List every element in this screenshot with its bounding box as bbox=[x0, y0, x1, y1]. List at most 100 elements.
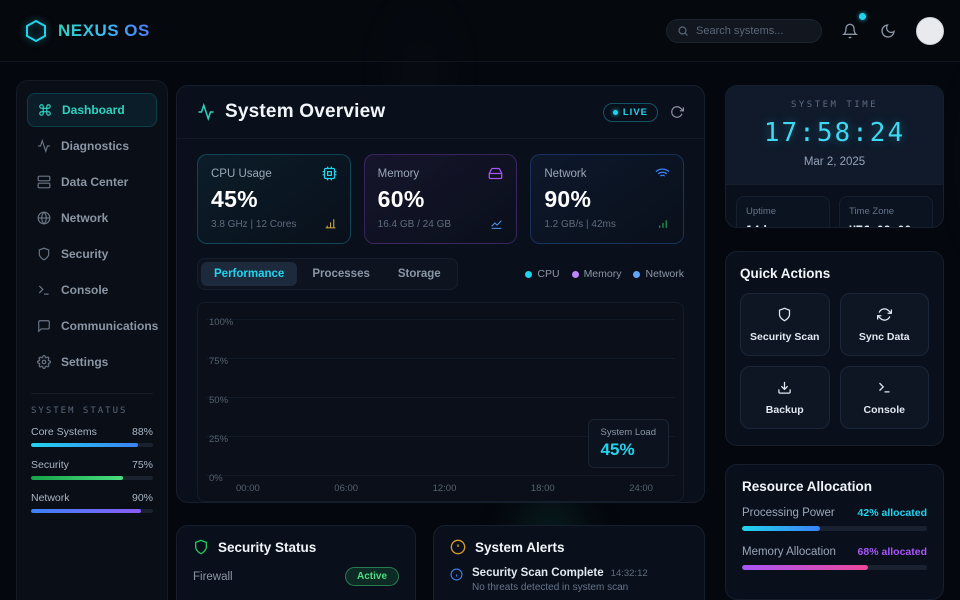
status-label: Network bbox=[31, 492, 70, 504]
sync-icon bbox=[877, 307, 892, 322]
resource-value: 42% allocated bbox=[858, 507, 927, 519]
uptime-value: 14d 06:42:18 bbox=[746, 222, 820, 228]
alert-title: Security Scan Complete bbox=[472, 567, 604, 579]
system-overview-panel: System Overview LIVE CPU Usage bbox=[176, 85, 705, 503]
legend-item-memory: Memory bbox=[572, 268, 622, 280]
stat-value: 60% bbox=[378, 186, 504, 213]
live-badge: LIVE bbox=[603, 103, 658, 122]
resource-allocation-title: Resource Allocation bbox=[742, 479, 927, 494]
alert-detail: No threats detected in system scan bbox=[472, 582, 648, 593]
firewall-label: Firewall bbox=[193, 571, 233, 583]
chart-legend: CPU Memory Network bbox=[525, 268, 684, 280]
gridline bbox=[206, 475, 675, 476]
sidebar-item-label: Security bbox=[61, 247, 108, 261]
gridline bbox=[206, 397, 675, 398]
search-input[interactable] bbox=[696, 25, 811, 37]
sidebar-item-diagnostics[interactable]: Diagnostics bbox=[27, 129, 157, 163]
legend-item-cpu: CPU bbox=[525, 268, 559, 280]
system-load-box: System Load 45% bbox=[588, 419, 669, 468]
tab-processes[interactable]: Processes bbox=[299, 262, 383, 286]
security-scan-button[interactable]: Security Scan bbox=[740, 293, 830, 356]
legend-dot-icon bbox=[572, 271, 579, 278]
sidebar-item-label: Diagnostics bbox=[61, 139, 129, 153]
x-axis-tick: 06:00 bbox=[334, 483, 358, 494]
status-label: Security bbox=[31, 459, 69, 471]
sidebar-item-data-center[interactable]: Data Center bbox=[27, 165, 157, 199]
info-icon bbox=[450, 568, 463, 581]
performance-chart[interactable]: 100% 75% 50% 25% 0% 00:00 06:00 12:00 18… bbox=[197, 302, 684, 502]
sidebar-item-security[interactable]: Security bbox=[27, 237, 157, 271]
top-bar: NEXUS OS bbox=[0, 0, 960, 62]
progress-track bbox=[31, 476, 153, 480]
stat-card-memory[interactable]: Memory 60% 16.4 GB / 24 GB bbox=[364, 154, 518, 244]
uptime-card: Uptime 14d 06:42:18 bbox=[736, 196, 830, 228]
chart-tabs: Performance Processes Storage bbox=[197, 258, 458, 290]
sidebar-item-dashboard[interactable]: Dashboard bbox=[27, 93, 157, 127]
progress-fill bbox=[31, 509, 141, 513]
progress-fill bbox=[31, 443, 138, 447]
sidebar-item-communications[interactable]: Communications bbox=[27, 309, 157, 343]
timezone-card: Time Zone UTC-08:00 bbox=[839, 196, 933, 228]
shield-icon bbox=[777, 307, 792, 322]
resource-value: 68% allocated bbox=[858, 546, 927, 558]
brand[interactable]: NEXUS OS bbox=[24, 19, 150, 43]
sidebar-item-console[interactable]: Console bbox=[27, 273, 157, 307]
resource-label: Processing Power bbox=[742, 507, 835, 519]
system-time-label: SYSTEM TIME bbox=[736, 100, 933, 110]
x-axis-tick: 00:00 bbox=[236, 483, 260, 494]
sidebar-item-label: Network bbox=[61, 211, 108, 225]
status-value: 75% bbox=[132, 459, 153, 471]
terminal-icon bbox=[877, 380, 892, 395]
command-icon bbox=[38, 103, 52, 117]
progress-fill bbox=[31, 476, 123, 480]
tab-storage[interactable]: Storage bbox=[385, 262, 454, 286]
gear-icon bbox=[37, 355, 51, 369]
stat-label: Memory bbox=[378, 168, 420, 180]
sync-data-button[interactable]: Sync Data bbox=[840, 293, 930, 356]
theme-toggle-button[interactable] bbox=[878, 21, 898, 41]
progress-track bbox=[31, 509, 153, 513]
sidebar-item-label: Settings bbox=[61, 355, 108, 369]
legend-item-network: Network bbox=[633, 268, 684, 280]
resource-label: Memory Allocation bbox=[742, 546, 836, 558]
stat-detail: 1.2 GB/s | 42ms bbox=[544, 219, 616, 230]
download-icon bbox=[777, 380, 792, 395]
divider bbox=[31, 393, 153, 394]
system-date: Mar 2, 2025 bbox=[736, 156, 933, 168]
brand-name: NEXUS OS bbox=[58, 21, 150, 41]
stat-label: Network bbox=[544, 168, 586, 180]
refresh-button[interactable] bbox=[670, 105, 684, 119]
x-axis-tick: 12:00 bbox=[433, 483, 457, 494]
backup-button[interactable]: Backup bbox=[740, 366, 830, 429]
terminal-icon bbox=[37, 283, 51, 297]
sidebar-item-label: Data Center bbox=[61, 175, 128, 189]
moon-icon bbox=[880, 23, 896, 39]
console-button[interactable]: Console bbox=[840, 366, 930, 429]
security-status-card: Security Status Firewall Active bbox=[176, 525, 416, 600]
shield-icon bbox=[37, 247, 51, 261]
card-title: System Alerts bbox=[475, 540, 565, 555]
timezone-label: Time Zone bbox=[849, 206, 923, 217]
status-badge: Active bbox=[345, 567, 399, 586]
avatar[interactable] bbox=[916, 17, 944, 45]
stat-card-cpu[interactable]: CPU Usage 45% 3.8 GHz | 12 Cores bbox=[197, 154, 351, 244]
search-box[interactable] bbox=[666, 19, 822, 43]
bell-icon bbox=[842, 23, 858, 39]
stat-card-network[interactable]: Network 90% 1.2 GB/s | 42ms bbox=[530, 154, 684, 244]
tab-performance[interactable]: Performance bbox=[201, 262, 297, 286]
x-axis: 00:00 06:00 12:00 18:00 24:00 bbox=[206, 483, 675, 494]
system-time-panel: SYSTEM TIME 17:58:24 Mar 2, 2025 Uptime … bbox=[725, 85, 944, 228]
sidebar-item-network[interactable]: Network bbox=[27, 201, 157, 235]
status-value: 90% bbox=[132, 492, 153, 504]
cpu-chip-icon bbox=[322, 166, 337, 181]
legend-dot-icon bbox=[525, 271, 532, 278]
uptime-label: Uptime bbox=[746, 206, 820, 217]
notifications-button[interactable] bbox=[840, 21, 860, 41]
wifi-icon bbox=[655, 166, 670, 181]
alert-item[interactable]: Security Scan Complete 14:32:12 No threa… bbox=[450, 567, 688, 593]
notification-dot bbox=[859, 13, 866, 20]
sidebar-item-settings[interactable]: Settings bbox=[27, 345, 157, 379]
system-alerts-card: System Alerts Security Scan Complete 14:… bbox=[433, 525, 705, 600]
resource-allocation-panel: Resource Allocation Processing Power 42%… bbox=[725, 464, 944, 600]
search-icon bbox=[677, 25, 689, 37]
